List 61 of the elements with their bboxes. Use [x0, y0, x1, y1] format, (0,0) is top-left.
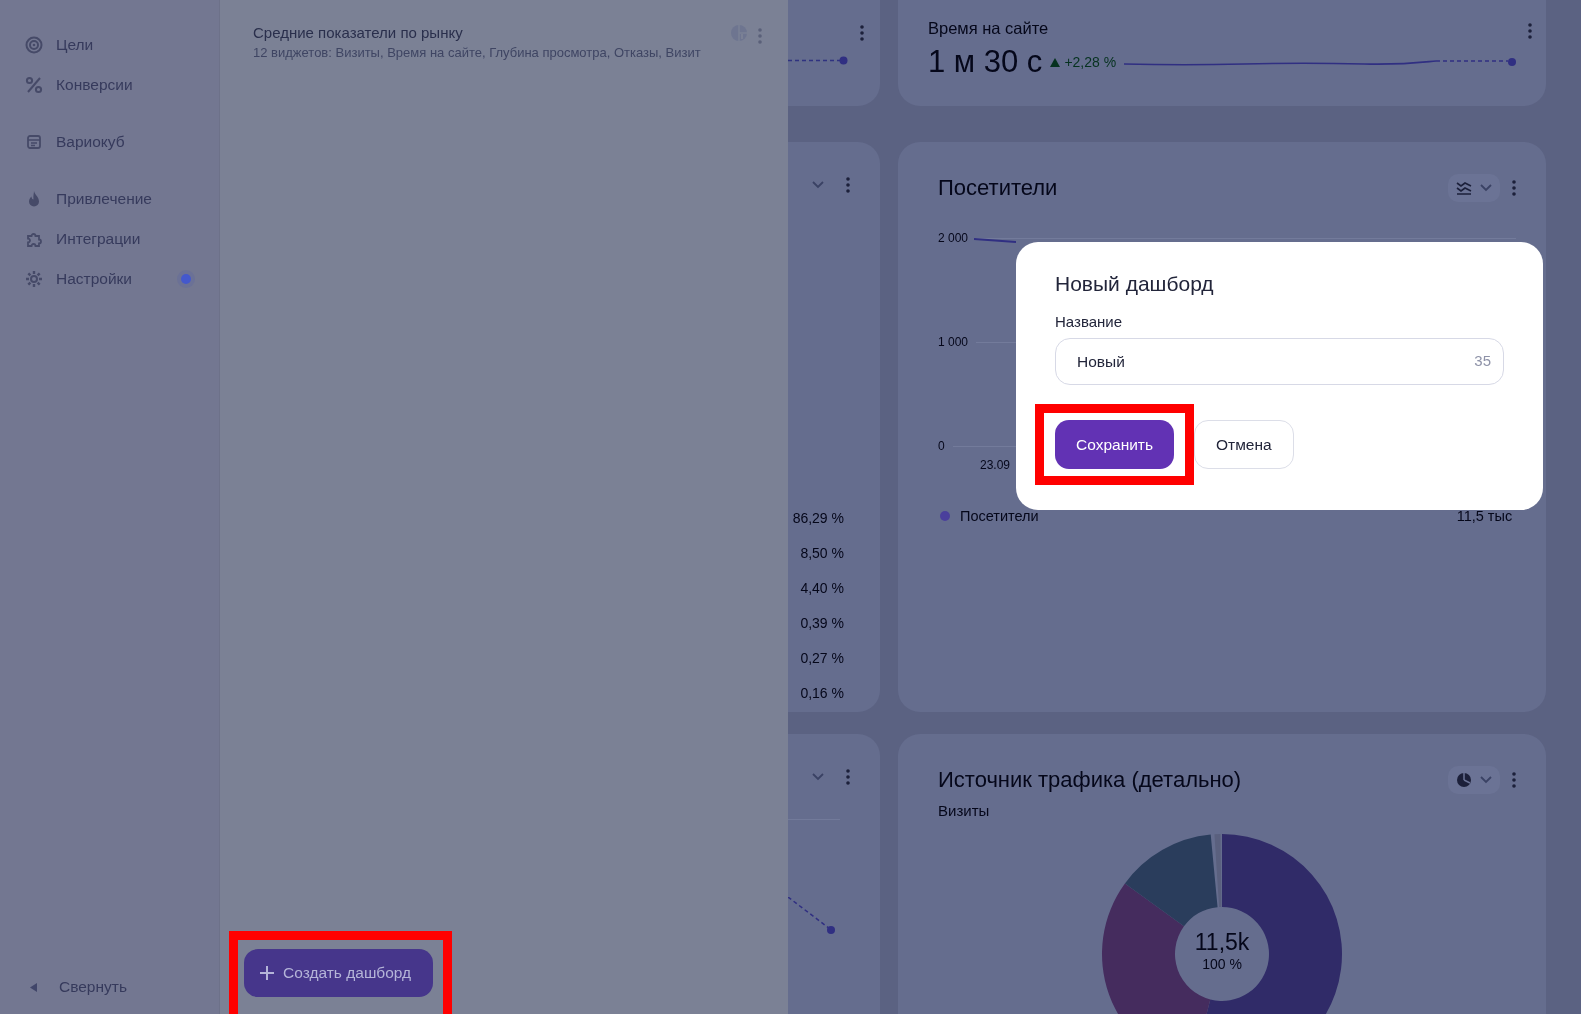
- triangle-up-icon: [1050, 57, 1061, 67]
- chevron-down-icon: [812, 181, 824, 189]
- sidebar-item[interactable]: Настройки: [0, 259, 219, 299]
- dashboard-list-item[interactable]: Средние показатели по рынку 12 виджетов: Визиты, Время на сайте, Глубина просмотра, Отказы, Визит: [220, 0, 788, 60]
- widget-title: Посетители: [937, 175, 1059, 201]
- percentage-value: 0,27 %: [800, 649, 844, 668]
- dashboard-description: 12 виджетов: Визиты, Время на сайте, Глубина просмотра, Отказы, Визит: [253, 45, 702, 60]
- save-button[interactable]: Сохранить: [1055, 420, 1175, 469]
- pie-chart-icon: [1456, 772, 1473, 788]
- donut-share: 100 %: [1202, 956, 1242, 972]
- table-icon: [25, 133, 43, 151]
- collapse-button[interactable]: Свернуть: [0, 978, 219, 996]
- percent-icon: [25, 76, 43, 94]
- percentage-value: 86,29 %: [792, 509, 844, 528]
- more-menu-icon[interactable]: [1528, 22, 1533, 40]
- more-menu-icon[interactable]: [846, 176, 850, 194]
- chart-type-dropdown[interactable]: [1448, 174, 1501, 202]
- axis-label: 2 000: [938, 231, 969, 245]
- chevron-down-icon: [812, 773, 824, 781]
- more-menu-icon[interactable]: [846, 768, 850, 786]
- legend-value: 11,5 тыс: [1456, 508, 1513, 524]
- area-chart-icon: [1456, 181, 1473, 195]
- caret-left-icon: [30, 982, 37, 992]
- percentage-value: 4,40 %: [800, 579, 844, 598]
- field-label: Название: [1055, 313, 1124, 330]
- percentage-value: 0,39 %: [800, 614, 844, 633]
- widget-subtitle: Визиты: [937, 801, 991, 819]
- dialog-title: Новый дашборд: [1055, 272, 1215, 296]
- chart-type-dropdown[interactable]: [1448, 766, 1501, 794]
- widget-title: Источник трафика (детально): [937, 767, 1243, 793]
- puzzle-icon: [25, 230, 43, 248]
- dashboard-title: Средние показатели по рынку: [253, 24, 464, 41]
- sidebar-item[interactable]: Привлечение: [0, 179, 219, 219]
- donut-total: 11,5k: [1194, 929, 1250, 956]
- character-counter: 35: [1474, 352, 1491, 369]
- target-icon: [25, 36, 43, 54]
- more-menu-icon[interactable]: [1512, 771, 1517, 789]
- cancel-button[interactable]: Отмена: [1194, 420, 1294, 469]
- change-value: +2,28 %: [1064, 54, 1117, 70]
- axis-label: 23.09: [979, 458, 1012, 472]
- create-dashboard-button[interactable]: Создать дашборд: [244, 949, 434, 997]
- sparkline-drawing: [788, 897, 836, 935]
- metric-value: 1 м 30 с: [928, 44, 1043, 80]
- sidebar-item[interactable]: Конверсии: [0, 65, 219, 105]
- percentage-value: 0,16 %: [800, 684, 844, 703]
- more-menu-icon[interactable]: [860, 24, 864, 42]
- chevron-down-icon: [1480, 184, 1493, 192]
- plus-icon: [260, 966, 274, 980]
- chevron-down-icon: [1480, 776, 1493, 784]
- sparkline-drawing: [788, 56, 848, 65]
- legend-label: Посетители: [960, 508, 1039, 524]
- sidebar-item[interactable]: Интеграции: [0, 219, 219, 259]
- more-menu-icon[interactable]: [1512, 179, 1517, 197]
- chart-line: [974, 238, 1016, 243]
- gear-icon: [25, 270, 43, 288]
- widget-title: Время на сайте: [928, 18, 1050, 38]
- axis-label: 0: [938, 439, 945, 453]
- sidebar-item[interactable]: Вариокуб: [0, 122, 219, 162]
- percentage-value: 8,50 %: [800, 544, 844, 563]
- sidebar-item[interactable]: Цели: [0, 25, 219, 65]
- axis-label: 1 000: [938, 335, 969, 349]
